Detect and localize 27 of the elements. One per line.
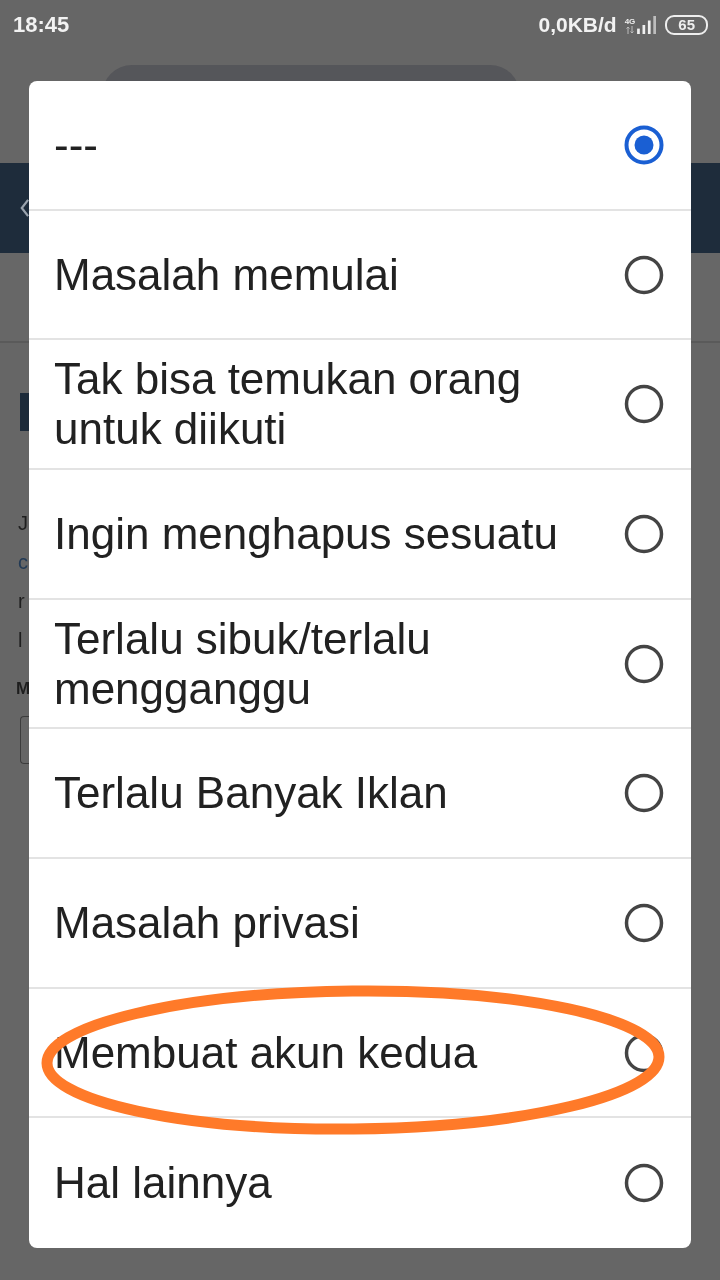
option-item[interactable]: Terlalu Banyak Iklan [29, 729, 691, 860]
clock-time: 18:45 [13, 12, 70, 38]
paragraph-text: r [18, 589, 25, 614]
paragraph-text: l [18, 628, 23, 653]
radio-button[interactable] [624, 902, 664, 943]
radio-button[interactable] [624, 643, 664, 684]
radio-button[interactable] [624, 513, 664, 554]
radio-button[interactable] [624, 1163, 664, 1204]
data-arrows-icon [625, 26, 634, 34]
radio-button[interactable] [624, 254, 664, 295]
option-item[interactable]: --- [29, 81, 691, 211]
option-item[interactable]: Ingin menghapus sesuatu [29, 470, 691, 600]
radio-button[interactable] [624, 384, 664, 425]
radio-button[interactable] [624, 773, 664, 814]
option-item[interactable]: Masalah privasi [29, 859, 691, 989]
option-item[interactable]: Terlalu sibuk/terlalu mengganggu [29, 599, 691, 730]
signal-icon [637, 16, 658, 34]
data-rate: 0,0KB/d [538, 13, 617, 37]
option-item[interactable]: Tak bisa temukan orang untuk diikuti [29, 340, 691, 470]
option-item[interactable]: Hal lainnya [29, 1118, 691, 1249]
option-item[interactable]: Masalah memulai [29, 210, 691, 341]
radio-button[interactable] [624, 124, 664, 165]
field-label: M [16, 678, 31, 700]
option-item[interactable]: Membuat akun kedua [29, 988, 691, 1119]
paragraph-text: J [18, 511, 28, 536]
battery-level: 65 [665, 15, 708, 35]
network-type: 4G [624, 17, 636, 26]
